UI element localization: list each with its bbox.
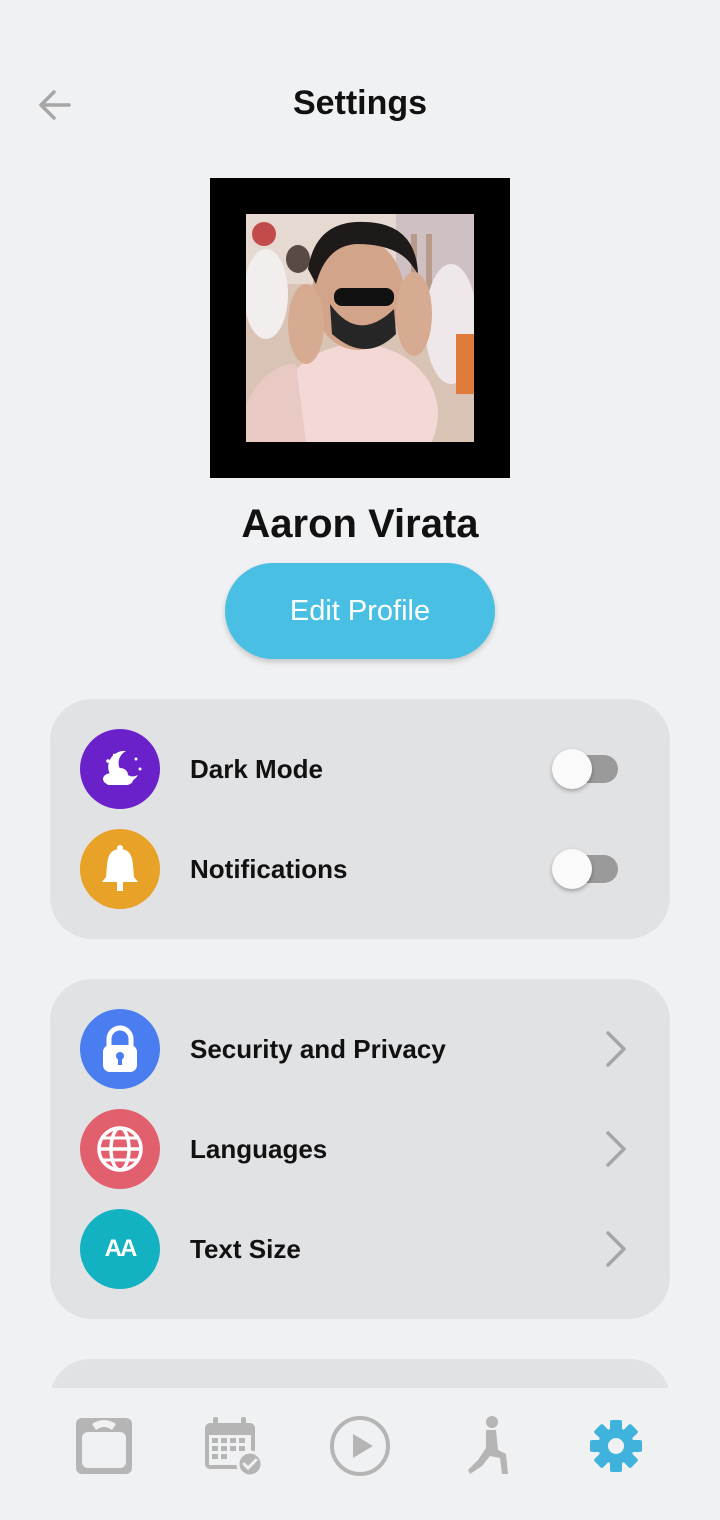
security-privacy-label: Security and Privacy [190, 1033, 446, 1064]
edit-profile-button[interactable]: Edit Profile [225, 563, 495, 659]
nav-settings[interactable] [580, 1410, 652, 1482]
options-card: Security and Privacy Languages AA Text S… [50, 979, 670, 1319]
avatar [210, 178, 510, 478]
exercise-icon [468, 1416, 508, 1474]
languages-row[interactable]: Languages [50, 1099, 670, 1199]
dark-mode-row: Dark Mode [50, 719, 670, 819]
globe-icon [80, 1109, 160, 1189]
dark-mode-label: Dark Mode [190, 753, 323, 784]
moon-cloud-icon [80, 729, 160, 809]
chevron-right-icon [598, 1124, 634, 1174]
user-name: Aaron Virata [241, 502, 479, 546]
lock-icon [80, 1009, 160, 1089]
notifications-toggle[interactable] [552, 849, 618, 889]
text-size-icon-glyph: AA [104, 1235, 138, 1262]
languages-label: Languages [190, 1133, 328, 1164]
nav-play[interactable] [324, 1410, 396, 1482]
security-privacy-row[interactable]: Security and Privacy [50, 999, 670, 1099]
chevron-right-icon [598, 1224, 634, 1274]
toggle-knob [552, 849, 592, 889]
calendar-icon [205, 1417, 264, 1478]
notifications-row: Notifications [50, 819, 670, 919]
preferences-card: Dark Mode Notifications [50, 699, 670, 939]
toggle-knob [552, 749, 592, 789]
bottom-nav [0, 1388, 720, 1520]
chevron-right-icon [598, 1024, 634, 1074]
nav-exercise[interactable] [452, 1410, 524, 1482]
nav-scale[interactable] [68, 1410, 140, 1482]
gear-icon [590, 1420, 642, 1472]
scale-icon [76, 1418, 132, 1474]
profile-photo [246, 214, 474, 442]
text-size-icon: AA [80, 1209, 160, 1289]
header: Settings [0, 0, 720, 200]
notifications-label: Notifications [190, 853, 348, 884]
nav-calendar[interactable] [196, 1410, 268, 1482]
text-size-label: Text Size [190, 1233, 301, 1264]
dark-mode-toggle[interactable] [552, 749, 618, 789]
page-title: Settings [292, 84, 428, 122]
text-size-row[interactable]: AA Text Size [50, 1199, 670, 1299]
bell-icon [80, 829, 160, 909]
play-icon [330, 1416, 390, 1476]
